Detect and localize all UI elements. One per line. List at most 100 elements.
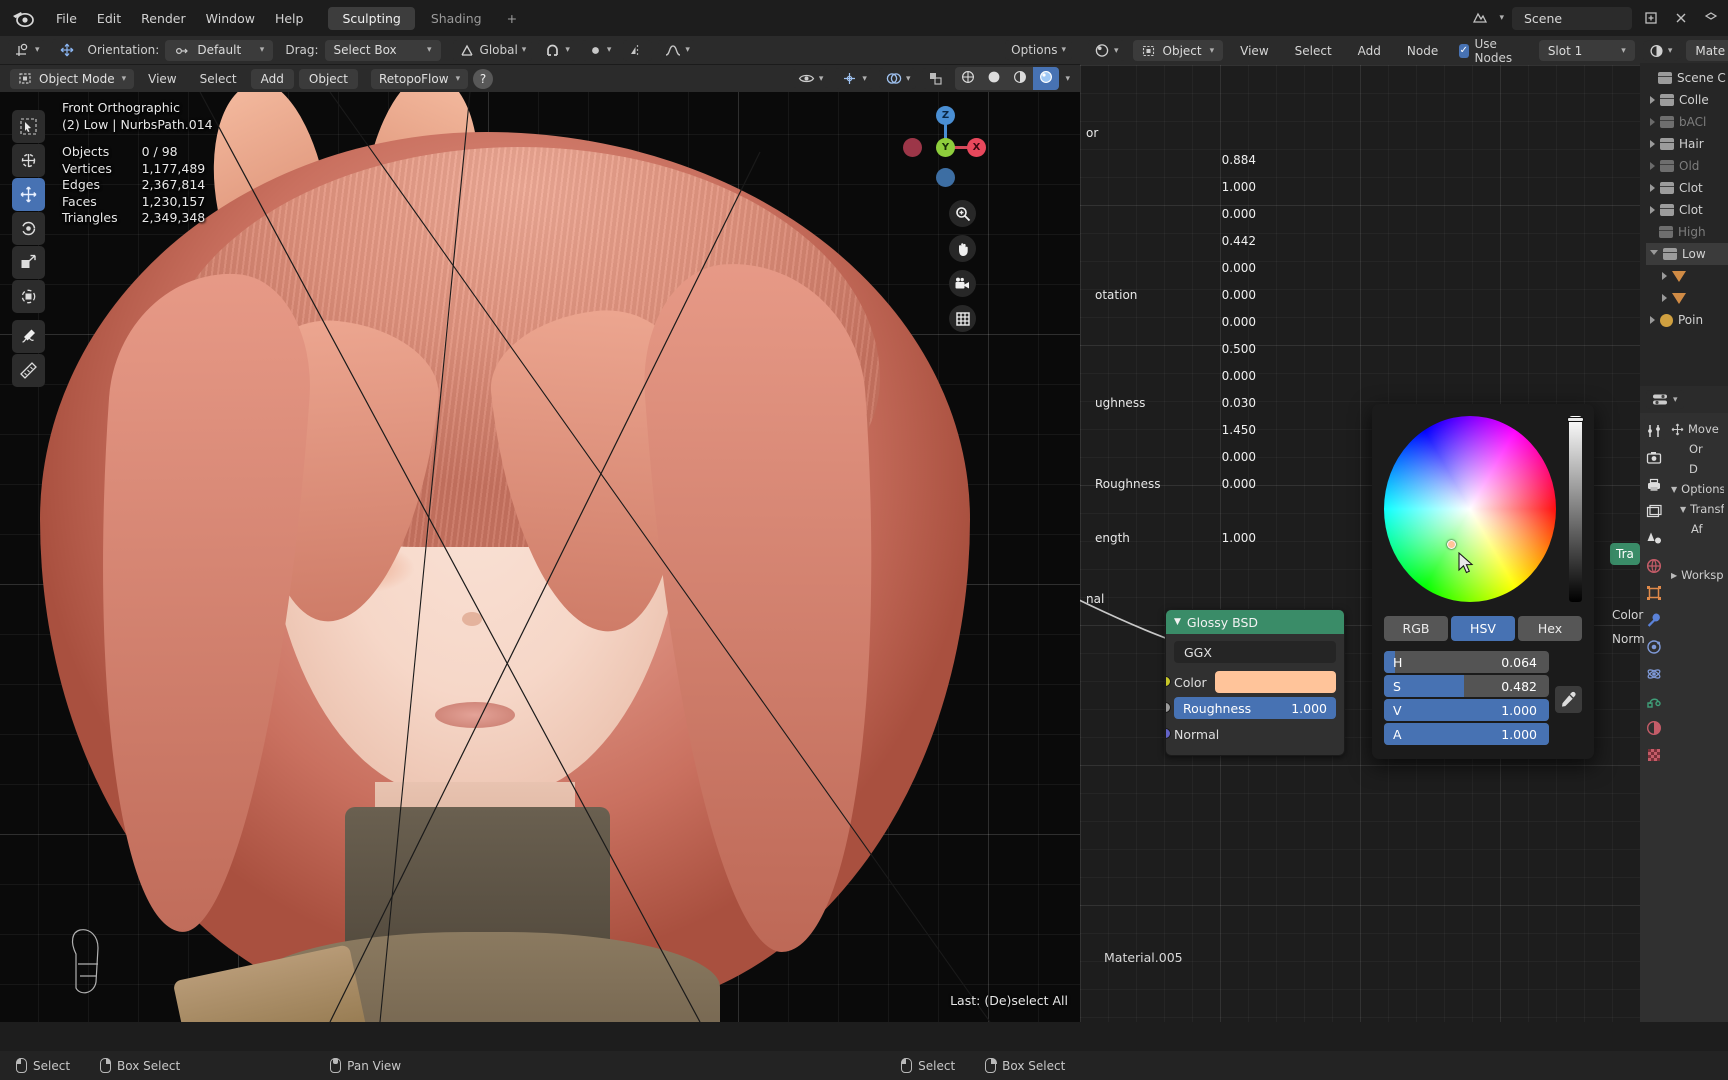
properties-editor[interactable]: ▾ Move Or D ▼ Options ▼ Transf Af ▶ Work… [1640, 386, 1728, 1022]
transform-panel-row[interactable]: ▼ Transfor [1671, 499, 1724, 519]
node-menu-select[interactable]: Select [1286, 41, 1341, 61]
rotate-tool[interactable] [12, 212, 45, 245]
outliner-row[interactable]: Colle [1646, 89, 1728, 111]
viewlayer-tab[interactable] [1642, 500, 1665, 523]
outliner-row[interactable]: bACl [1646, 111, 1728, 133]
shading-mode-segment[interactable] [955, 67, 1060, 90]
node-socket-color[interactable]: Color [1166, 669, 1344, 695]
node-socket-normal[interactable]: Normal [1166, 721, 1344, 747]
viewlayer-icon[interactable] [1700, 8, 1722, 28]
value-slider-handle[interactable] [1567, 417, 1584, 422]
scale-tool[interactable] [12, 246, 45, 279]
viewport-menu-object[interactable]: Object [298, 68, 358, 89]
triangle-right-icon[interactable] [1662, 294, 1667, 302]
options-button[interactable]: Options ▾ [1005, 40, 1072, 60]
value-slider[interactable] [1567, 416, 1584, 602]
shading-chevron-icon[interactable]: ▾ [1065, 74, 1070, 84]
overlays-toggle-icon[interactable]: ▾ [878, 68, 917, 89]
modifier-tab[interactable] [1642, 608, 1665, 631]
outliner-row-scene[interactable]: Scene C [1646, 67, 1728, 89]
visibility-eye-icon[interactable]: ▾ [791, 69, 830, 88]
triangle-down-icon[interactable] [1650, 249, 1658, 259]
object-tab[interactable] [1642, 581, 1665, 604]
snap-move-icon[interactable] [51, 39, 82, 61]
channel-v[interactable]: V 1.000 [1384, 699, 1549, 721]
roughness-field[interactable]: Roughness 1.000 [1174, 697, 1336, 719]
viewport-menu-add[interactable]: Add [250, 68, 294, 89]
roughness-socket-icon[interactable] [1166, 702, 1171, 713]
render-tab[interactable] [1642, 446, 1665, 469]
gizmo-toggle-icon[interactable]: ▾ [835, 68, 873, 89]
toggle-ortho-button[interactable] [949, 305, 976, 332]
orientation-dropdown[interactable]: Default ▾ [165, 39, 274, 61]
gizmo-axis-x-neg[interactable] [903, 138, 922, 157]
texture-tab[interactable] [1642, 743, 1665, 766]
new-scene-icon[interactable] [1640, 8, 1662, 28]
triangle-right-icon[interactable] [1650, 162, 1655, 170]
triangle-right-icon[interactable] [1650, 118, 1655, 126]
annotate-tool[interactable] [12, 320, 45, 353]
options-panel-row[interactable]: ▼ Options [1671, 479, 1724, 499]
workspace-tab-sculpting[interactable]: Sculpting [328, 6, 415, 30]
triangle-down-icon[interactable]: ▼ [1174, 617, 1181, 627]
color-wheel-cursor[interactable] [1447, 540, 1456, 549]
transform-node-tag[interactable]: Tra [1610, 543, 1640, 565]
output-tab[interactable] [1642, 473, 1665, 496]
gizmo-axis-z-neg[interactable] [936, 168, 955, 187]
triangle-right-icon[interactable] [1650, 206, 1655, 214]
shading-solid[interactable] [981, 67, 1007, 90]
retopoflow-menu[interactable]: RetopoFlow ▾ [370, 68, 469, 89]
tool-move-row[interactable]: Move [1671, 419, 1724, 439]
move-tool[interactable] [12, 178, 45, 211]
3d-viewport[interactable]: Front Orthographic (2) Low | NurbsPath.0… [0, 92, 1080, 1022]
triangle-right-icon[interactable] [1650, 96, 1655, 104]
node-menu-node[interactable]: Node [1398, 41, 1447, 61]
material-tab[interactable] [1642, 716, 1665, 739]
gizmo-axis-z[interactable]: Z [936, 106, 955, 125]
material-name-field[interactable]: Mate [1686, 40, 1728, 61]
color-socket-icon[interactable] [1166, 676, 1171, 687]
mode-dropdown[interactable]: Object Mode ▾ [10, 68, 135, 89]
shading-material-preview[interactable] [1007, 67, 1033, 90]
tab-rgb[interactable]: RGB [1384, 616, 1448, 641]
camera-view-button[interactable] [949, 270, 976, 297]
navigation-gizmo[interactable]: Z Y X [903, 106, 986, 188]
editor-type-icon[interactable]: ▾ [1646, 390, 1684, 409]
glossy-bsdf-node[interactable]: ▼ Glossy BSD GGX Color Roughness 1.000 N… [1165, 609, 1345, 756]
question-circle-icon[interactable]: ? [473, 68, 494, 89]
gizmo-axis-y[interactable]: Y [936, 138, 955, 157]
eyedropper-icon[interactable] [1555, 685, 1582, 713]
scene-name-field[interactable]: Scene [1512, 6, 1632, 30]
outliner-panel[interactable]: ▾ ▾ Scene C Colle bACl [1640, 36, 1728, 386]
shading-wireframe[interactable] [955, 67, 981, 90]
shader-type-dropdown[interactable]: Object ▾ [1132, 40, 1224, 61]
workspace-tab-add[interactable]: + [498, 7, 526, 30]
normal-socket-icon[interactable] [1166, 728, 1171, 739]
xray-toggle-icon[interactable] [922, 68, 950, 89]
workspace-tab-shading[interactable]: Shading [417, 7, 496, 30]
scene-browse-icon[interactable] [1469, 8, 1491, 28]
channel-h[interactable]: H 0.064 [1384, 651, 1549, 673]
mirror-icon[interactable] [623, 39, 653, 61]
scene-tab[interactable] [1642, 527, 1665, 550]
slot-dropdown[interactable]: Slot 1 ▾ [1538, 40, 1635, 61]
tweak-select-tool[interactable] [12, 110, 45, 143]
menu-file[interactable]: File [46, 8, 87, 29]
outliner-row[interactable] [1646, 287, 1728, 309]
proportional-edit-icon[interactable]: ▾ [581, 39, 618, 61]
blender-logo-icon[interactable] [10, 7, 36, 29]
use-nodes-checkbox[interactable]: ✓ Use Nodes [1459, 37, 1517, 65]
curve-icon[interactable]: ▾ [658, 39, 696, 61]
triangle-right-icon[interactable]: ▶ [1671, 571, 1677, 580]
zoom-button[interactable] [949, 200, 976, 227]
gizmo-axis-x[interactable]: X [967, 138, 986, 157]
shading-rendered[interactable] [1033, 67, 1060, 90]
viewport-menu-view[interactable]: View [139, 69, 185, 89]
physics-tab[interactable] [1642, 662, 1665, 685]
world-tab[interactable] [1642, 554, 1665, 577]
node-socket-roughness[interactable]: Roughness 1.000 [1166, 695, 1344, 721]
menu-help[interactable]: Help [265, 8, 314, 29]
measure-tool[interactable] [12, 354, 45, 387]
outliner-row[interactable]: Poin [1646, 309, 1728, 331]
node-menu-add[interactable]: Add [1349, 41, 1390, 61]
